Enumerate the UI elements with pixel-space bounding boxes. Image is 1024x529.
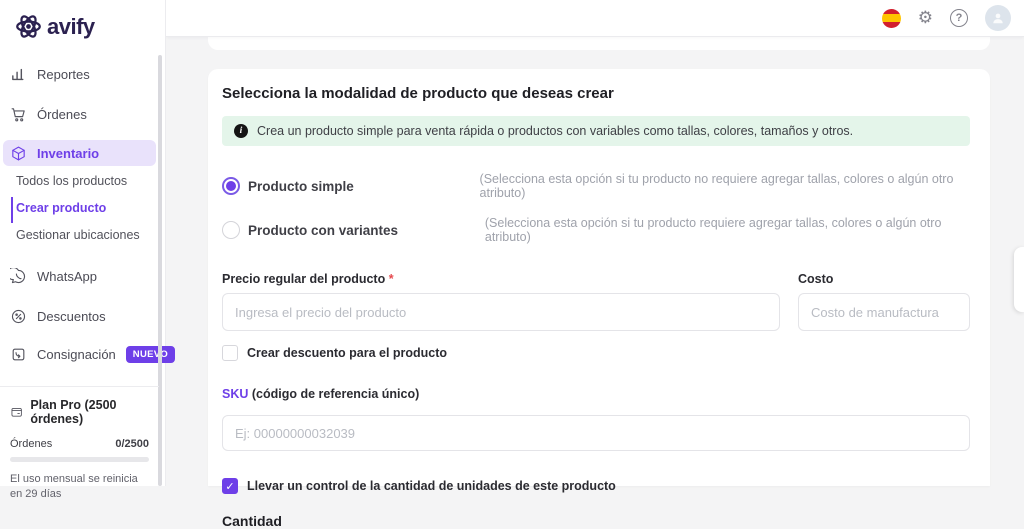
plan-usage-label: Órdenes [10, 438, 53, 450]
radio-producto-simple[interactable] [222, 177, 240, 195]
cart-icon [11, 107, 25, 121]
radio-producto-con-variantes[interactable] [222, 221, 240, 239]
previous-card-bottom [208, 37, 990, 50]
gear-icon[interactable]: ⚙ [918, 9, 933, 27]
option-row-producto-con-variantes: Producto con variantes (Selecciona esta … [222, 216, 970, 244]
plan-usage-row: Órdenes 0/2500 [10, 438, 149, 450]
consignment-icon [12, 348, 25, 360]
sidebar-subitem-crear-producto[interactable]: Crear producto [16, 201, 106, 215]
info-banner-text: Crea un producto simple para venta rápid… [257, 124, 854, 138]
track-quantity-checkbox-row: ✓ Llevar un control de la cantidad de un… [222, 478, 970, 494]
whatsapp-icon [10, 267, 26, 283]
nuevo-badge: NUEVO [125, 345, 176, 363]
section-heading: Selecciona la modalidad de producto que … [222, 85, 614, 102]
plan-title-row: Plan Pro (2500 órdenes) [10, 398, 149, 426]
sidebar: avify Reportes Órdenes Inventario Todos … [0, 0, 176, 500]
price-cost-row: Precio regular del producto * Costo [222, 272, 970, 331]
option-hint: (Selecciona esta opción si tu producto n… [479, 172, 954, 200]
sidebar-item-descuentos[interactable]: Descuentos [10, 304, 106, 328]
cost-input[interactable] [798, 293, 970, 331]
cost-field-group: Costo [798, 272, 970, 331]
info-banner: i Crea un producto simple para venta ráp… [222, 116, 970, 146]
sidebar-item-label: Inventario [37, 145, 100, 161]
sidebar-item-consignacion[interactable]: Consignación NUEVO [10, 342, 176, 366]
option-label[interactable]: Producto simple [248, 179, 480, 194]
sidebar-item-label: Reportes [37, 66, 90, 82]
price-label-text: Precio regular del producto [222, 272, 386, 286]
floating-panel-handle[interactable] [1014, 247, 1024, 312]
sku-input[interactable] [222, 415, 970, 451]
discount-checkbox-row: Crear descuento para el producto [222, 345, 970, 361]
sidebar-subitem-todos-los-productos[interactable]: Todos los productos [16, 174, 127, 188]
track-quantity-checkbox[interactable]: ✓ [222, 478, 238, 494]
person-icon [993, 13, 1003, 24]
help-glyph: ? [955, 12, 963, 24]
track-quantity-checkbox-label[interactable]: Llevar un control de la cantidad de unid… [247, 479, 616, 493]
discount-checkbox[interactable] [222, 345, 238, 361]
sku-label: SKU (código de referencia único) [222, 387, 970, 401]
plan-note: El uso mensual se reinicia en 29 días [10, 473, 138, 500]
price-field-group: Precio regular del producto * [222, 272, 780, 331]
option-row-producto-simple: Producto simple (Selecciona esta opción … [222, 172, 970, 200]
plan-panel: Plan Pro (2500 órdenes) Órdenes 0/2500 E… [0, 386, 159, 502]
product-mode-card: Selecciona la modalidad de producto que … [208, 69, 990, 529]
sidebar-item-ordenes[interactable]: Órdenes [10, 102, 87, 126]
top-header: ⚙ ? [166, 0, 1024, 37]
sidebar-item-inventario[interactable]: Inventario [3, 140, 156, 166]
price-label: Precio regular del producto * [222, 272, 780, 286]
cube-icon [12, 146, 25, 160]
sidebar-item-label: Órdenes [37, 106, 87, 122]
quantity-heading: Cantidad [222, 513, 282, 529]
plan-title: Plan Pro (2500 órdenes) [30, 398, 117, 426]
plan-progress-bar [10, 457, 149, 462]
sidebar-item-label: Descuentos [37, 308, 106, 324]
percent-icon [11, 309, 26, 323]
active-subitem-indicator [11, 197, 13, 223]
sidebar-item-reportes[interactable]: Reportes [10, 62, 90, 86]
plan-usage-value: 0/2500 [115, 438, 149, 450]
sidebar-item-label: WhatsApp [37, 268, 97, 284]
user-avatar[interactable] [985, 5, 1011, 31]
sku-label-rest: (código de referencia único) [248, 387, 420, 401]
wallet-icon [11, 407, 22, 417]
spain-flag-icon[interactable] [881, 8, 901, 28]
option-hint: (Selecciona esta opción si tu producto r… [484, 216, 942, 244]
sidebar-item-label: Consignación [37, 346, 116, 362]
discount-checkbox-label[interactable]: Crear descuento para el producto [247, 346, 447, 360]
option-label[interactable]: Producto con variantes [248, 223, 485, 238]
required-asterisk: * [388, 272, 394, 286]
bar-chart-icon [12, 68, 24, 80]
brand-name: avify [47, 13, 95, 39]
help-icon[interactable]: ? [950, 9, 968, 27]
atom-icon [16, 15, 41, 38]
cost-label: Costo [798, 272, 834, 286]
brand-logo[interactable]: avify [15, 13, 95, 40]
sku-label-strong: SKU [222, 387, 249, 401]
price-input[interactable] [222, 293, 780, 331]
info-icon: i [234, 124, 248, 138]
sidebar-item-whatsapp[interactable]: WhatsApp [10, 264, 97, 288]
sidebar-subitem-gestionar-ubicaciones[interactable]: Gestionar ubicaciones [16, 228, 140, 242]
sku-field-group: SKU (código de referencia único) [222, 387, 970, 451]
